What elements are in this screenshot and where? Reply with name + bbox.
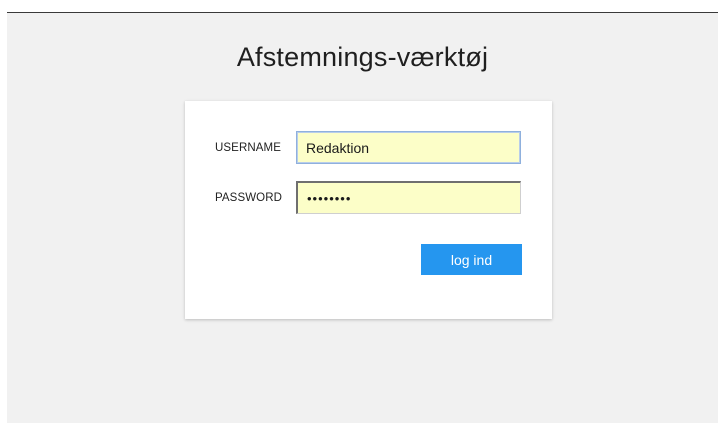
login-card: USERNAME PASSWORD log ind: [185, 101, 552, 319]
page-title: Afstemnings-værktøj: [236, 42, 489, 72]
username-input[interactable]: [296, 131, 521, 164]
username-label: USERNAME: [215, 142, 281, 154]
app-viewport: Afstemnings-værktøj USERNAME PASSWORD lo…: [7, 12, 718, 423]
login-button[interactable]: log ind: [421, 244, 522, 275]
password-label: PASSWORD: [215, 192, 283, 204]
password-input[interactable]: [296, 181, 521, 214]
